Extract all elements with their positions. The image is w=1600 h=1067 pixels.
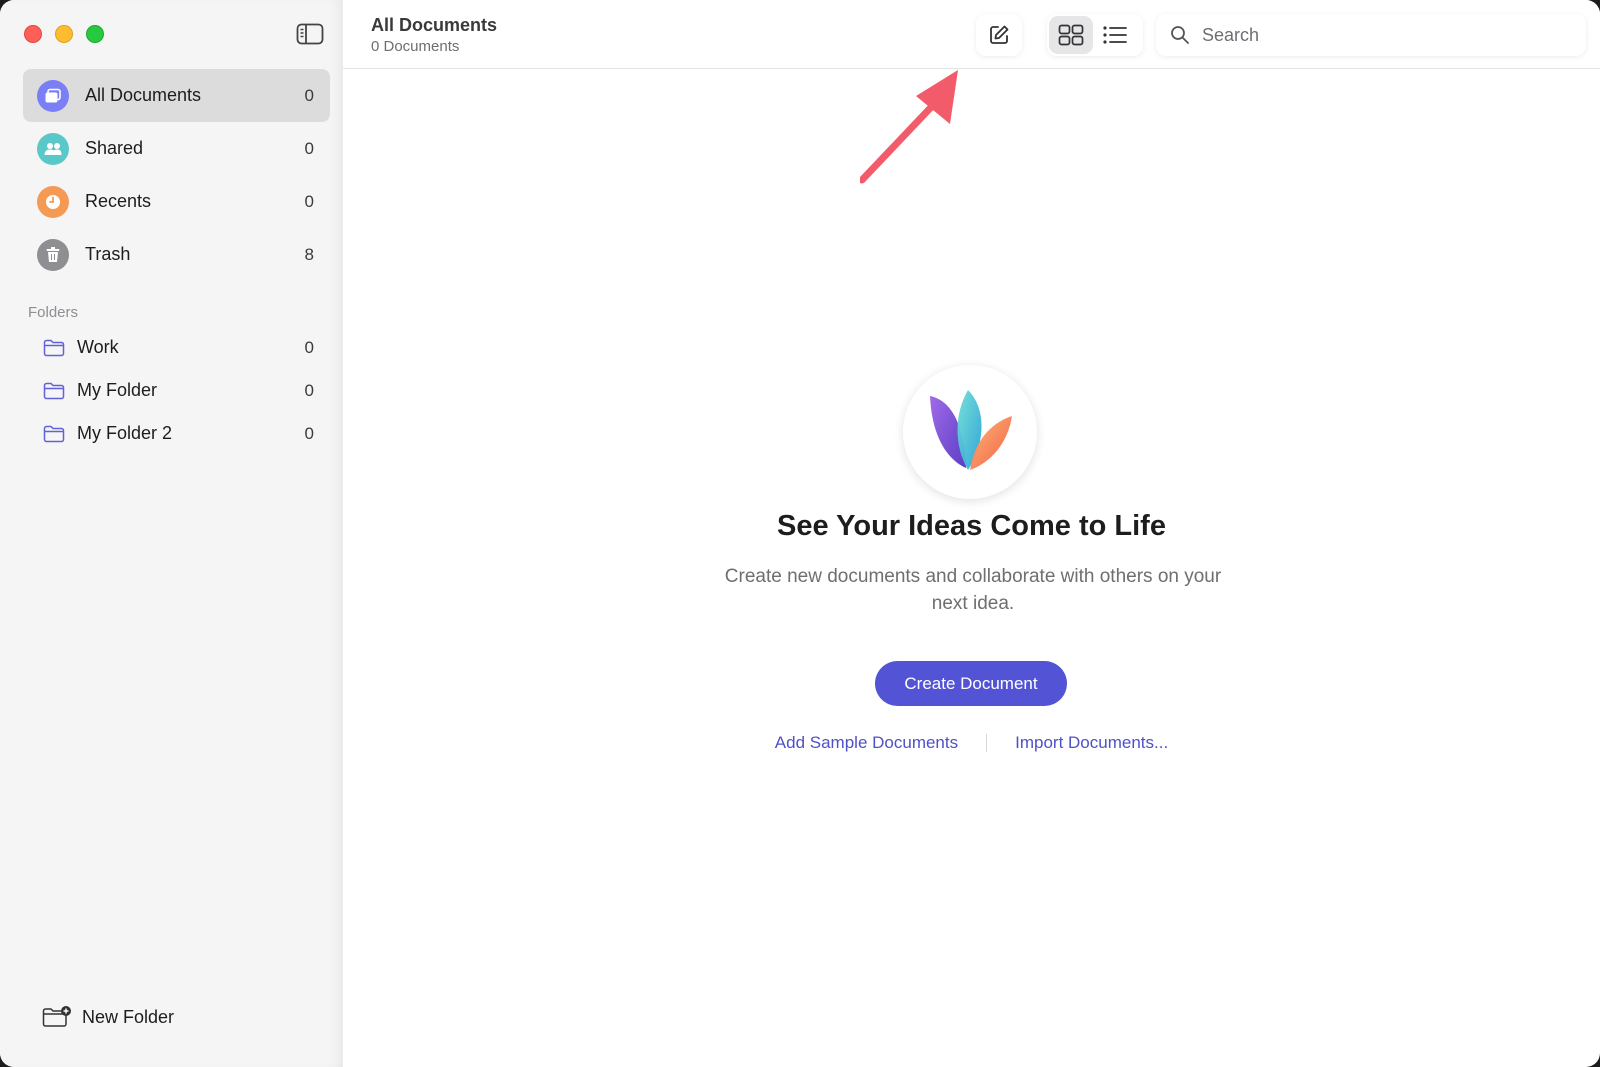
new-folder-label: New Folder bbox=[82, 1006, 175, 1027]
sidebar: All Documents 0 Shared 0 Recents 0 Trash… bbox=[0, 0, 343, 1067]
window-controls bbox=[24, 25, 104, 43]
close-window-button[interactable] bbox=[24, 25, 42, 43]
search-icon bbox=[1171, 26, 1189, 44]
empty-state-description: Create new documents and collaborate wit… bbox=[724, 566, 1222, 614]
search-box[interactable] bbox=[1156, 14, 1586, 56]
sidebar-item-recents[interactable]: Recents 0 bbox=[23, 175, 330, 228]
folder-icon bbox=[43, 339, 65, 356]
folder-item-my-folder-2[interactable]: My Folder 2 0 bbox=[40, 412, 330, 455]
create-document-button[interactable]: Create Document bbox=[875, 661, 1067, 706]
folder-label: Work bbox=[77, 337, 119, 357]
leaf-logo-icon bbox=[930, 390, 1012, 470]
sidebar-item-label: All Documents bbox=[85, 85, 202, 105]
import-documents-link[interactable]: Import Documents... bbox=[1015, 733, 1168, 753]
minimize-window-button[interactable] bbox=[55, 25, 73, 43]
sidebar-item-count: 0 bbox=[304, 138, 314, 158]
sidebar-item-count: 8 bbox=[304, 244, 314, 264]
sidebar-item-count: 0 bbox=[304, 191, 314, 211]
empty-state: See Your Ideas Come to Life Create new d… bbox=[343, 69, 1600, 1067]
trash-icon bbox=[37, 238, 69, 271]
sidebar-item-all-documents[interactable]: All Documents 0 bbox=[23, 69, 330, 122]
add-sample-documents-link[interactable]: Add Sample Documents bbox=[775, 733, 958, 753]
sidebar-item-label: Shared bbox=[85, 138, 144, 158]
link-divider bbox=[986, 734, 988, 752]
folder-count: 0 bbox=[304, 423, 314, 443]
list-view-button[interactable] bbox=[1093, 16, 1137, 54]
sidebar-nav: All Documents 0 Shared 0 Recents 0 Trash… bbox=[23, 69, 330, 281]
documents-icon bbox=[37, 79, 69, 112]
toolbar: All Documents 0 Documents bbox=[343, 0, 1600, 69]
folder-item-my-folder[interactable]: My Folder 0 bbox=[40, 369, 330, 412]
folder-item-work[interactable]: Work 0 bbox=[40, 326, 330, 369]
search-input[interactable] bbox=[1200, 23, 1560, 47]
new-folder-button[interactable]: New Folder bbox=[42, 1006, 174, 1028]
folder-count: 0 bbox=[304, 337, 314, 357]
app-logo bbox=[903, 365, 1037, 499]
grid-icon bbox=[1058, 24, 1084, 46]
folder-list: Work 0 My Folder 0 My Folder 2 0 bbox=[40, 326, 330, 455]
secondary-links: Add Sample Documents Import Documents... bbox=[343, 733, 1600, 753]
sidebar-item-label: Trash bbox=[85, 244, 131, 264]
empty-state-title: See Your Ideas Come to Life bbox=[777, 510, 1166, 542]
folders-header: Folders bbox=[28, 304, 79, 321]
maximize-window-button[interactable] bbox=[86, 25, 104, 43]
sidebar-item-count: 0 bbox=[304, 85, 314, 105]
folder-label: My Folder bbox=[77, 380, 158, 400]
list-icon bbox=[1103, 26, 1127, 44]
folder-count: 0 bbox=[304, 380, 314, 400]
compose-icon bbox=[990, 25, 1009, 44]
folder-label: My Folder 2 bbox=[77, 423, 173, 443]
clock-icon bbox=[37, 185, 69, 218]
title-block: All Documents 0 Documents bbox=[371, 15, 497, 55]
page-title: All Documents bbox=[371, 15, 498, 35]
new-document-button[interactable] bbox=[976, 14, 1022, 56]
people-icon bbox=[37, 132, 69, 165]
app-window: All Documents 0 Shared 0 Recents 0 Trash… bbox=[0, 0, 1600, 1067]
folder-icon bbox=[43, 425, 65, 442]
new-folder-icon bbox=[42, 1006, 71, 1027]
sidebar-item-trash[interactable]: Trash 8 bbox=[23, 228, 330, 281]
document-count: 0 Documents bbox=[371, 38, 460, 55]
view-switcher bbox=[1047, 14, 1143, 56]
folder-icon bbox=[43, 382, 65, 399]
grid-view-button[interactable] bbox=[1049, 16, 1093, 54]
sidebar-item-shared[interactable]: Shared 0 bbox=[23, 122, 330, 175]
sidebar-item-label: Recents bbox=[85, 191, 152, 211]
sidebar-toggle-icon[interactable] bbox=[296, 22, 324, 46]
